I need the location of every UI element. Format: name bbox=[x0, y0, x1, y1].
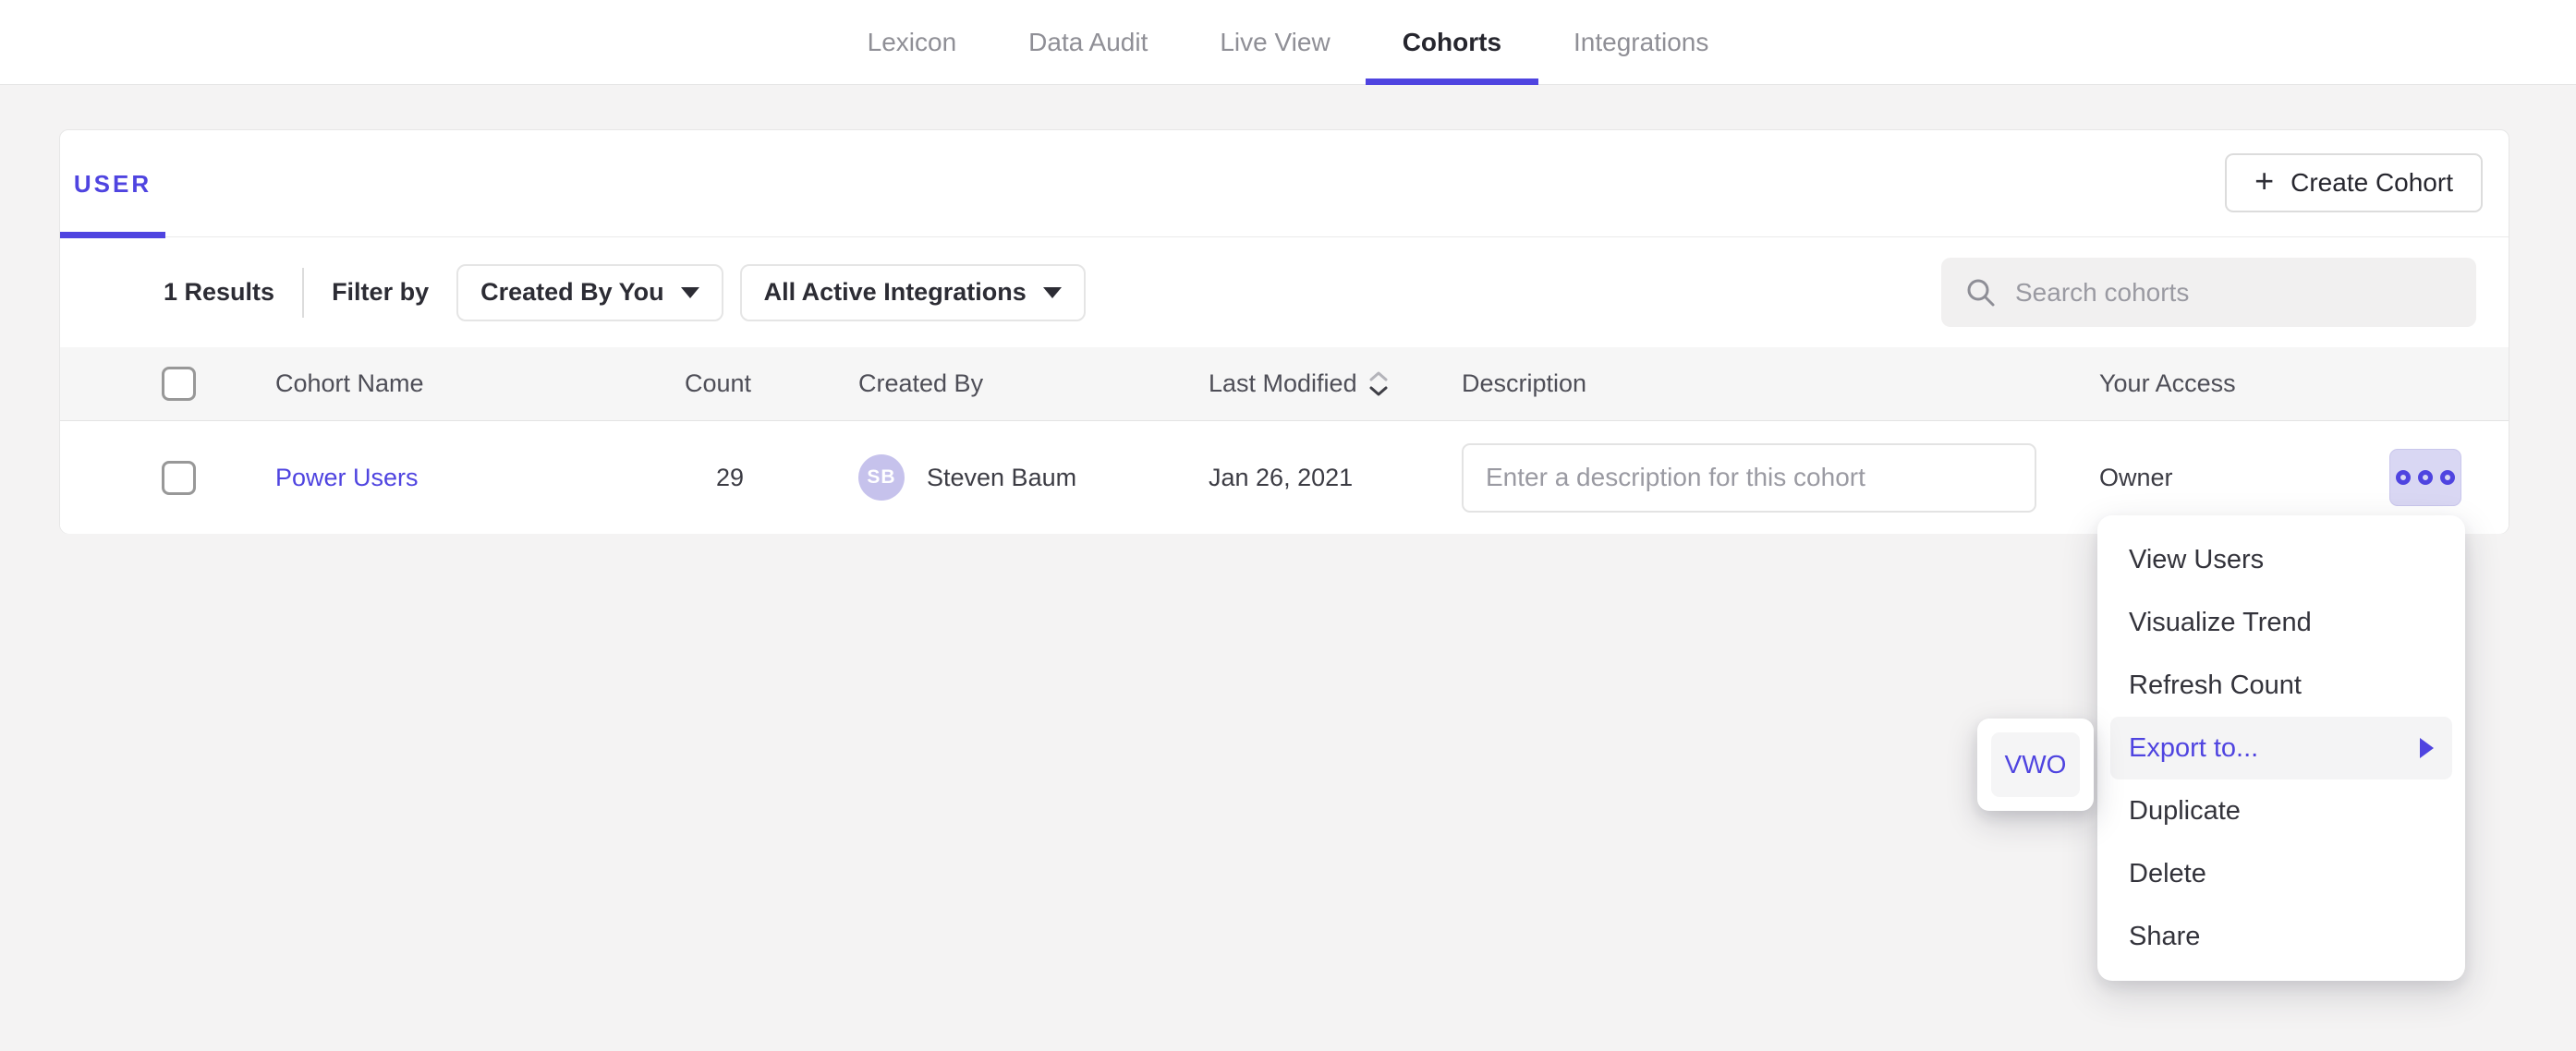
header-cohort-name: Cohort Name bbox=[275, 369, 685, 398]
create-cohort-button[interactable]: + Create Cohort bbox=[2225, 153, 2483, 212]
export-submenu: VWO bbox=[1977, 719, 2094, 811]
header-created-by: Created By bbox=[744, 369, 1149, 398]
menu-item-visualize-trend[interactable]: Visualize Trend bbox=[2097, 591, 2465, 654]
created-by-dropdown[interactable]: Created By You bbox=[456, 264, 723, 321]
submenu-item-vwo[interactable]: VWO bbox=[1991, 732, 2080, 797]
table-header: Cohort Name Count Created By Last Modifi… bbox=[60, 347, 2509, 421]
tab-integrations[interactable]: Integrations bbox=[1574, 0, 1708, 85]
menu-item-delete[interactable]: Delete bbox=[2097, 842, 2465, 905]
menu-item-view-users[interactable]: View Users bbox=[2097, 528, 2465, 591]
sort-icon[interactable] bbox=[1368, 370, 1389, 397]
cohort-name-link[interactable]: Power Users bbox=[275, 464, 419, 491]
tab-lexicon[interactable]: Lexicon bbox=[868, 0, 957, 85]
row-checkbox[interactable] bbox=[162, 461, 196, 495]
header-description: Description bbox=[1403, 369, 2040, 398]
create-cohort-label: Create Cohort bbox=[2290, 168, 2453, 198]
search-icon bbox=[1965, 277, 1997, 308]
plus-icon: + bbox=[2254, 164, 2274, 198]
created-by-name: Steven Baum bbox=[927, 464, 1076, 492]
row-actions-button[interactable] bbox=[2389, 449, 2461, 506]
top-navigation: Lexicon Data Audit Live View Cohorts Int… bbox=[0, 0, 2576, 85]
menu-item-refresh-count[interactable]: Refresh Count bbox=[2097, 654, 2465, 717]
menu-item-share[interactable]: Share bbox=[2097, 905, 2465, 968]
filter-bar: 1 Results Filter by Created By You All A… bbox=[60, 237, 2509, 347]
filter-by-label: Filter by bbox=[332, 278, 429, 307]
avatar: SB bbox=[858, 454, 905, 501]
cohort-count: 29 bbox=[685, 464, 744, 492]
created-by-dropdown-label: Created By You bbox=[480, 278, 664, 307]
integrations-dropdown-label: All Active Integrations bbox=[764, 278, 1027, 307]
search-cohorts-box bbox=[1941, 258, 2476, 327]
tab-user-label: USER bbox=[74, 170, 152, 199]
results-count: 1 Results bbox=[164, 278, 274, 307]
select-all-checkbox[interactable] bbox=[162, 367, 196, 401]
header-your-access: Your Access bbox=[2040, 369, 2333, 398]
access-value: Owner bbox=[2040, 464, 2333, 492]
cohort-type-bar: USER + Create Cohort bbox=[60, 130, 2509, 237]
tab-data-audit[interactable]: Data Audit bbox=[1028, 0, 1148, 85]
row-actions-menu: View Users Visualize Trend Refresh Count… bbox=[2097, 515, 2465, 981]
description-input[interactable] bbox=[1462, 443, 2036, 513]
ellipsis-icon bbox=[2440, 470, 2455, 485]
last-modified-date: Jan 26, 2021 bbox=[1149, 464, 1403, 492]
header-last-modified[interactable]: Last Modified bbox=[1149, 369, 1403, 398]
cohorts-card: USER + Create Cohort 1 Results Filter by… bbox=[59, 129, 2509, 534]
tab-cohorts[interactable]: Cohorts bbox=[1403, 0, 1501, 85]
ellipsis-icon bbox=[2418, 470, 2433, 485]
menu-item-export-to-label: Export to... bbox=[2129, 733, 2258, 764]
ellipsis-icon bbox=[2396, 470, 2411, 485]
menu-item-duplicate[interactable]: Duplicate bbox=[2097, 779, 2465, 842]
header-last-modified-label: Last Modified bbox=[1209, 369, 1357, 398]
header-count: Count bbox=[685, 369, 744, 398]
tab-live-view[interactable]: Live View bbox=[1220, 0, 1330, 85]
chevron-down-icon bbox=[1043, 287, 1062, 298]
submenu-arrow-icon bbox=[2420, 738, 2434, 758]
menu-item-export-to[interactable]: Export to... bbox=[2110, 717, 2452, 779]
tab-user-cohorts[interactable]: USER bbox=[60, 130, 165, 237]
chevron-down-icon bbox=[681, 287, 699, 298]
divider bbox=[302, 268, 304, 318]
integrations-dropdown[interactable]: All Active Integrations bbox=[740, 264, 1086, 321]
search-input[interactable] bbox=[2015, 278, 2459, 308]
